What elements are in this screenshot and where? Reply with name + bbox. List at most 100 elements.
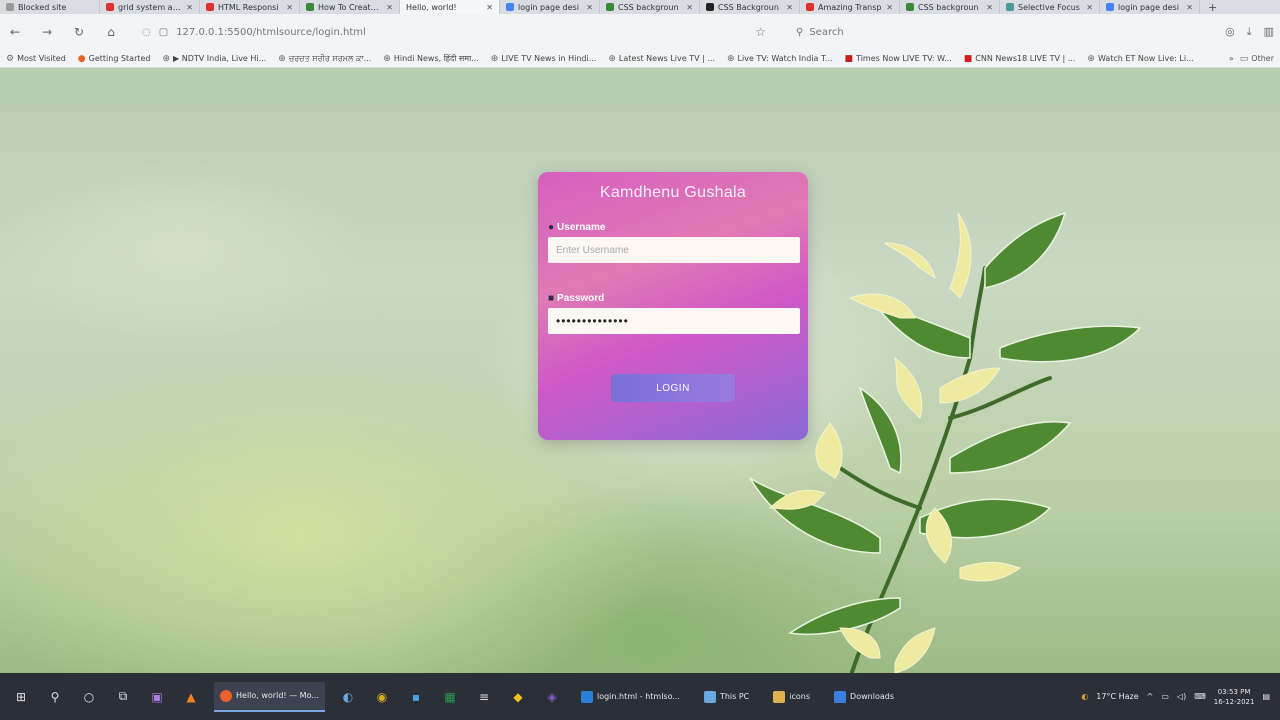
taskbar-app-icons-folder[interactable]: icons [767,682,816,712]
notification-icon[interactable]: ▤ [1262,692,1270,701]
close-icon[interactable]: ✕ [1086,3,1093,12]
bookmark-other[interactable]: ▭ Other [1240,54,1274,64]
home-icon[interactable]: ⌂ [102,25,120,39]
youtube-icon [806,3,814,11]
reload-icon[interactable]: ↻ [70,25,88,39]
bookmark-et-now[interactable]: ⊕ Watch ET Now Live: Li... [1087,54,1193,64]
user-icon: ● [548,222,555,233]
tab-hello-world[interactable]: Hello, world! ✕ [400,0,500,14]
globe-icon: ⊕ [726,53,735,64]
bookmark-times-now[interactable]: ■ Times Now LIVE TV: W... [845,54,952,64]
media-player-icon[interactable]: ◐ [337,690,359,704]
close-icon[interactable]: ✕ [586,3,593,12]
tab-selective-focus[interactable]: Selective Focus ✕ [1000,0,1100,14]
downloads-folder-icon [834,690,847,703]
tab-grid-system[interactable]: grid system and ✕ [100,0,200,14]
sticky-notes-icon[interactable]: ◆ [507,690,529,704]
task-view-icon[interactable]: ⧉ [112,689,134,704]
network-icon[interactable]: ▭ [1161,692,1169,701]
close-icon[interactable]: ✕ [986,3,993,12]
lock-icon: ■ [548,293,555,304]
language-icon[interactable]: ⌨ [1194,692,1206,701]
taskbar-app-firefox[interactable]: Hello, world! — Mo... [214,681,325,712]
bookmark-cnn-news18[interactable]: ■ CNN News18 LIVE TV | ... [964,54,1076,64]
download-icon[interactable]: ⤓ [1247,25,1252,39]
tab-login-page-design[interactable]: login page desi ✕ [500,0,600,14]
close-icon[interactable]: ✕ [1186,3,1193,12]
bookmark-hindi-news[interactable]: ⊕ Hindi News, हिंदी समा... [383,53,478,64]
chevron-up-icon[interactable]: ^ [1147,692,1154,701]
library-icon[interactable]: ▥ [1264,25,1274,39]
visual-studio-icon[interactable]: ◈ [541,690,563,704]
excel-icon[interactable]: ▦ [439,690,461,704]
cortana-icon[interactable]: ○ [78,690,100,704]
tab-how-to-create[interactable]: How To Create a ✕ [300,0,400,14]
bookmark-getting-started[interactable]: ● Getting Started [78,54,151,64]
site-icon [1006,3,1014,11]
close-icon[interactable]: ✕ [286,3,293,12]
premiere-icon[interactable]: ▣ [146,690,168,704]
clock-time: 03:53 PM [1217,687,1251,696]
bookmark-punjabi[interactable]: ⊕ ਚਰਚਤ ਸਰੀਰ ਸਰਮਲ ਕਾ... [278,54,371,64]
w3schools-icon [606,3,614,11]
new-tab-button[interactable]: + [1200,1,1225,14]
taskbar-app-downloads[interactable]: Downloads [828,682,900,712]
google-icon [506,3,514,11]
weather-text[interactable]: 17°C Haze [1096,692,1138,701]
login-button[interactable]: LOGIN [611,374,735,402]
gear-icon: ⚙ [6,53,15,64]
username-label: Username [557,222,606,233]
computer-icon [703,690,716,703]
volume-icon[interactable]: ◁) [1177,692,1186,701]
page-title: Kamdhenu Gushala [599,184,747,201]
forward-arrow-icon[interactable]: → [38,25,56,39]
bookmark-star-icon[interactable]: ☆ [755,25,766,39]
close-icon[interactable]: ✕ [486,3,493,12]
globe-icon: ⊕ [162,53,171,64]
tab-css-background-3[interactable]: CSS backgroun ✕ [900,0,1000,14]
password-label: Password [557,293,605,304]
taskbar-app-vscode[interactable]: login.html - htmlso... [575,682,686,712]
close-icon[interactable]: ✕ [686,3,693,12]
vscode-icon [580,690,593,703]
weather-icon[interactable]: ◐ [1081,692,1088,701]
url-text[interactable]: 127.0.0.1:5500/htmlsource/login.html [176,27,366,38]
youtube-icon [206,3,214,11]
login-card: Kamdhenu Gushala ● Username ■ Password L… [538,172,808,440]
taskbar-app-this-pc[interactable]: This PC [698,682,755,712]
bookmark-latest-news[interactable]: ⊕ Latest News Live TV | ... [608,54,715,64]
page-info-icon[interactable]: ▢ [159,27,168,38]
pocket-icon[interactable]: ◎ [1225,25,1235,39]
tab-amazing-transparent[interactable]: Amazing Transp ✕ [800,0,900,14]
close-icon[interactable]: ✕ [186,3,193,12]
bookmark-ndtv[interactable]: ⊕ ▶ NDTV India, Live Hi... [163,54,267,64]
tab-css-background-2[interactable]: CSS Backgroun ✕ [700,0,800,14]
database-icon[interactable]: ≡ [473,690,495,704]
username-field[interactable] [548,237,800,263]
tab-html-responsive[interactable]: HTML Responsi ✕ [200,0,300,14]
search-input[interactable]: ⚲ Search [788,20,1118,44]
tab-login-page-design-2[interactable]: login page desi ✕ [1100,0,1200,14]
bookmark-live-tv-hindi[interactable]: ⊕ LIVE TV News in Hindi... [491,54,597,64]
tab-blocked-site[interactable]: Blocked site [0,0,100,14]
back-arrow-icon[interactable]: ← [6,25,24,39]
tab-css-background-1[interactable]: CSS backgroun ✕ [600,0,700,14]
bookmark-live-tv-india[interactable]: ⊕ Live TV: Watch India T... [727,54,833,64]
close-icon[interactable]: ✕ [386,3,393,12]
password-field[interactable] [548,308,800,334]
windows-start-icon[interactable]: ⊞ [10,690,32,704]
clock-date: 16-12-2021 [1213,697,1255,706]
close-icon[interactable]: ✕ [886,3,893,12]
close-icon[interactable]: ✕ [786,3,793,12]
bookmark-most-visited[interactable]: ⚙ Most Visited [6,54,66,64]
page-viewport: Kamdhenu Gushala ● Username ■ Password L… [0,68,1280,673]
search-icon[interactable]: ⚲ [44,690,66,704]
photoshop-icon[interactable]: ▪ [405,690,427,704]
chrome-icon[interactable]: ◉ [371,690,393,704]
vlc-icon[interactable]: ▲ [180,690,202,704]
chevron-more-icon[interactable]: » [1229,54,1234,64]
address-bar[interactable]: ◌ ▢ 127.0.0.1:5500/htmlsource/login.html… [134,20,774,44]
shield-icon[interactable]: ◌ [142,27,151,38]
clock[interactable]: 03:53 PM 16-12-2021 [1214,687,1255,707]
w3schools-icon [306,3,314,11]
